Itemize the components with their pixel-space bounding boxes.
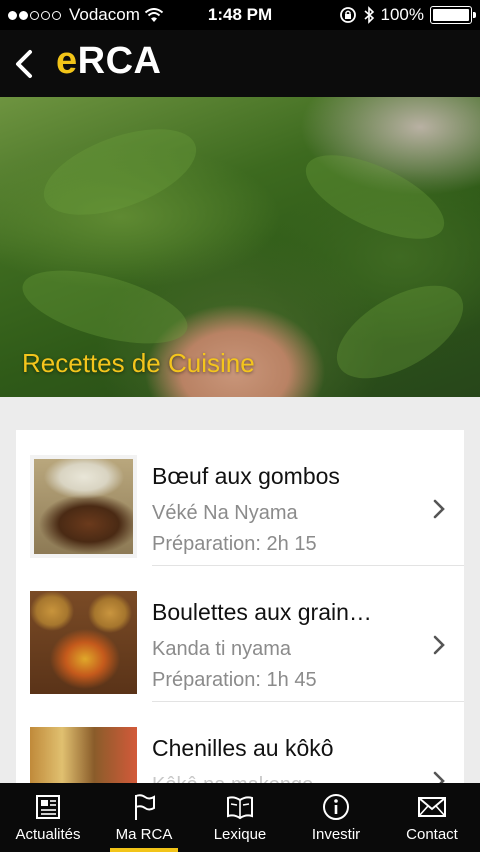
- app-title-rest: RCA: [77, 40, 162, 82]
- recipe-subtitle: Véké Na Nyama: [152, 502, 298, 524]
- book-icon: [227, 796, 253, 820]
- tab-label: Ma RCA: [115, 826, 173, 843]
- envelope-icon: [418, 797, 446, 817]
- recipe-row[interactable]: Bœuf aux gombos Véké Na Nyama Préparatio…: [16, 430, 464, 566]
- recipe-list: Bœuf aux gombos Véké Na Nyama Préparatio…: [16, 430, 464, 790]
- recipe-title: Chenilles au kôkô: [152, 735, 334, 761]
- recipe-thumbnail: [30, 727, 137, 790]
- tab-label: Lexique: [213, 826, 267, 843]
- info-icon: [323, 794, 349, 820]
- hero-banner: Recettes de Cuisine: [0, 97, 480, 397]
- tab-contact[interactable]: Contact: [384, 783, 480, 852]
- recipe-title: Bœuf aux gombos: [152, 463, 340, 489]
- status-right-group: 100%: [339, 5, 476, 25]
- chevron-left-icon: [16, 50, 32, 78]
- tab-bar: Actualités Ma RCA Lexique Investir Conta…: [0, 783, 480, 852]
- recipe-list-area: Bœuf aux gombos Véké Na Nyama Préparatio…: [0, 397, 480, 790]
- back-button[interactable]: [10, 44, 42, 84]
- status-bar: Vodacom 1:48 PM 100%: [0, 0, 480, 30]
- hero-caption: Recettes de Cuisine: [22, 348, 255, 378]
- navigation-bar: eRCA: [0, 30, 480, 97]
- recipe-row[interactable]: Chenilles au kôkô Kôkô na makongo: [16, 702, 464, 790]
- tab-actualites[interactable]: Actualités: [0, 783, 96, 852]
- recipe-thumbnail: [30, 455, 137, 558]
- tab-lexique[interactable]: Lexique: [192, 783, 288, 852]
- tab-label: Investir: [311, 826, 361, 843]
- app-title-prefix: e: [56, 40, 78, 82]
- recipe-row[interactable]: Boulettes aux grain… Kanda ti nyama Prép…: [16, 566, 464, 702]
- recipe-thumbnail: [30, 591, 137, 694]
- tab-label: Contact: [406, 826, 458, 843]
- tab-label: Actualités: [15, 826, 81, 843]
- bluetooth-icon: [363, 6, 374, 24]
- chevron-right-icon: [433, 499, 445, 519]
- chevron-right-icon: [433, 635, 445, 655]
- rotation-lock-icon: [339, 7, 356, 23]
- recipe-title: Boulettes aux grain…: [152, 599, 372, 625]
- flag-icon: [135, 794, 155, 820]
- recipe-subtitle: Kanda ti nyama: [152, 638, 291, 660]
- newspaper-icon: [36, 795, 60, 819]
- battery-percent: 100%: [380, 5, 424, 24]
- battery-icon: [430, 6, 476, 24]
- recipe-prep-time: Préparation: 2h 15: [152, 533, 317, 555]
- recipe-prep-time: Préparation: 1h 45: [152, 669, 317, 691]
- tab-ma-rca[interactable]: Ma RCA: [96, 783, 192, 852]
- tab-investir[interactable]: Investir: [288, 783, 384, 852]
- app-title: eRCA: [56, 40, 161, 83]
